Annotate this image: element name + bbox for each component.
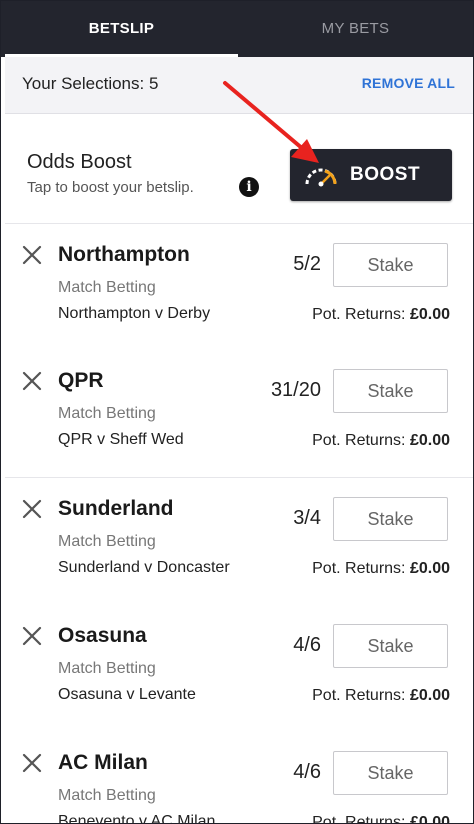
market-name: Match Betting: [58, 787, 156, 804]
boost-button[interactable]: BOOST: [290, 149, 452, 201]
potential-returns: Pot. Returns: £0.00: [312, 560, 450, 578]
returns-label: Pot. Returns:: [312, 687, 406, 704]
speedometer-icon: [305, 168, 337, 187]
event-name: Osasuna v Levante: [58, 686, 196, 703]
odds-value: 3/4: [293, 507, 321, 529]
bet-row: Osasuna Match Betting Osasuna v Levante …: [5, 605, 473, 733]
event-name: QPR v Sheff Wed: [58, 431, 184, 448]
close-icon[interactable]: [21, 752, 43, 774]
odds-value: 4/6: [293, 761, 321, 783]
returns-value: £0.00: [409, 814, 450, 824]
odds-value: 31/20: [270, 379, 321, 401]
bet-row: Northampton Match Betting Northampton v …: [5, 224, 473, 352]
stake-input[interactable]: [333, 497, 448, 541]
selection-name: Osasuna: [58, 624, 147, 647]
event-name: Sunderland v Doncaster: [58, 559, 230, 576]
info-icon[interactable]: i: [239, 177, 259, 197]
tab-betslip[interactable]: BETSLIP: [5, 1, 238, 57]
odds-boost-subtitle: Tap to boost your betslip.: [27, 179, 194, 196]
returns-value: £0.00: [409, 306, 450, 323]
event-name: Benevento v AC Milan: [58, 813, 216, 824]
tab-bar: BETSLIP MY BETS: [1, 1, 473, 57]
close-icon[interactable]: [21, 370, 43, 392]
market-name: Match Betting: [58, 660, 156, 677]
close-icon[interactable]: [21, 625, 43, 647]
selections-count: Your Selections: 5: [22, 74, 159, 93]
odds-boost-title: Odds Boost: [27, 151, 132, 173]
market-name: Match Betting: [58, 533, 156, 550]
stake-input[interactable]: [333, 243, 448, 287]
close-icon[interactable]: [21, 498, 43, 520]
selection-name: AC Milan: [58, 751, 148, 774]
potential-returns: Pot. Returns: £0.00: [312, 306, 450, 324]
boost-button-label: BOOST: [350, 164, 421, 185]
odds-value: 4/6: [293, 634, 321, 656]
close-icon[interactable]: [21, 244, 43, 266]
potential-returns: Pot. Returns: £0.00: [312, 687, 450, 705]
odds-boost-panel: Odds Boost Tap to boost your betslip. i …: [5, 127, 473, 224]
stake-input[interactable]: [333, 369, 448, 413]
returns-label: Pot. Returns:: [312, 814, 406, 824]
bet-row: AC Milan Match Betting Benevento v AC Mi…: [5, 732, 473, 824]
remove-all-link[interactable]: REMOVE ALL: [362, 75, 455, 91]
market-name: Match Betting: [58, 279, 156, 296]
stake-input[interactable]: [333, 624, 448, 668]
selection-name: Northampton: [58, 243, 190, 266]
returns-label: Pot. Returns:: [312, 560, 406, 577]
returns-value: £0.00: [409, 687, 450, 704]
market-name: Match Betting: [58, 405, 156, 422]
returns-label: Pot. Returns:: [312, 306, 406, 323]
bet-row: Sunderland Match Betting Sunderland v Do…: [5, 478, 473, 606]
returns-value: £0.00: [409, 560, 450, 577]
potential-returns: Pot. Returns: £0.00: [312, 814, 450, 824]
tab-my-bets[interactable]: MY BETS: [238, 1, 473, 57]
stake-input[interactable]: [333, 751, 448, 795]
potential-returns: Pot. Returns: £0.00: [312, 432, 450, 450]
betslip-panel: BETSLIP MY BETS Your Selections: 5 REMOV…: [0, 0, 474, 824]
selection-name: QPR: [58, 369, 104, 392]
returns-label: Pot. Returns:: [312, 432, 406, 449]
returns-value: £0.00: [409, 432, 450, 449]
odds-value: 5/2: [293, 253, 321, 275]
event-name: Northampton v Derby: [58, 305, 211, 322]
selection-name: Sunderland: [58, 497, 174, 520]
selections-bar: Your Selections: 5 REMOVE ALL: [5, 57, 473, 114]
bet-row: QPR Match Betting QPR v Sheff Wed 31/20 …: [5, 350, 473, 478]
